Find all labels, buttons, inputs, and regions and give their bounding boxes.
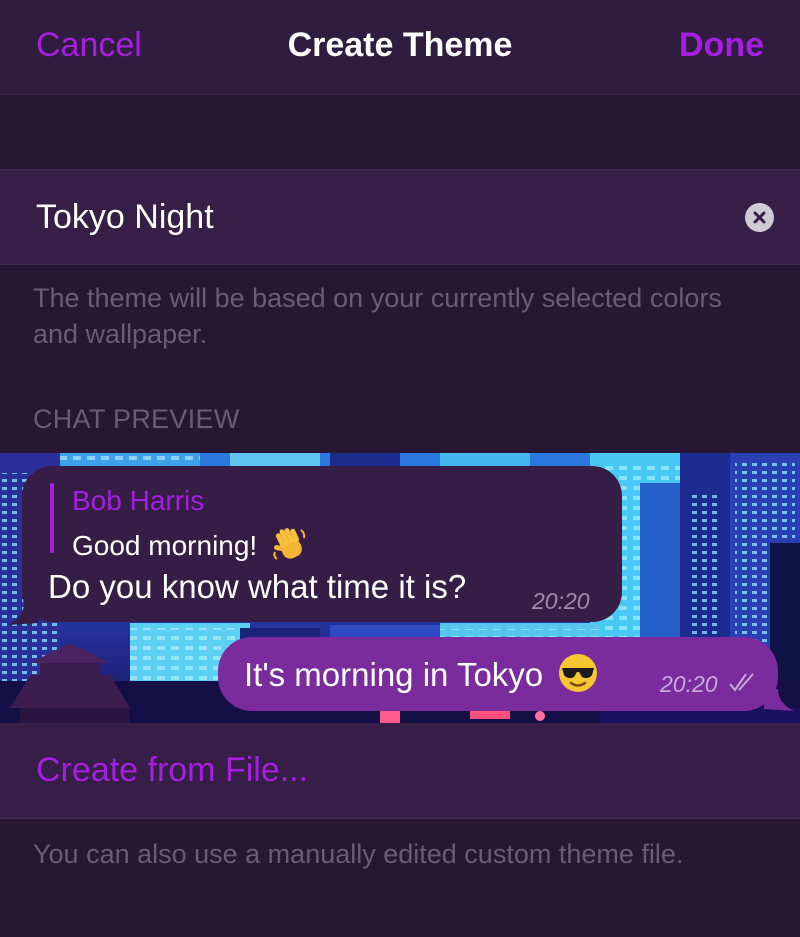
- theme-name-input[interactable]: [36, 192, 716, 242]
- reply-author: Bob Harris: [72, 485, 205, 516]
- incoming-message-bubble[interactable]: Bob Harris Good morning! Do you know wha…: [22, 466, 622, 622]
- create-from-file-button[interactable]: Create from File...: [36, 751, 308, 790]
- theme-name-description: The theme will be based on your currentl…: [33, 283, 722, 349]
- clear-text-button[interactable]: [745, 203, 774, 232]
- reply-text: Good morning!: [72, 524, 309, 562]
- create-from-file-cell[interactable]: Create from File...: [0, 723, 800, 819]
- create-from-file-description: You can also use a manually edited custo…: [33, 839, 684, 869]
- navigation-bar: Cancel Create Theme Done: [0, 0, 800, 95]
- outgoing-message-text: It's morning in Tokyo: [244, 653, 598, 694]
- reply-bar: [50, 483, 54, 553]
- chat-preview-header: CHAT PREVIEW: [33, 404, 240, 434]
- incoming-message-time: 20:20: [532, 588, 590, 614]
- chat-preview: Bob Harris Good morning! Do you know wha…: [0, 453, 800, 723]
- clear-x-icon: [753, 211, 766, 224]
- sunglasses-emoji: [559, 654, 598, 692]
- done-button[interactable]: Done: [679, 26, 764, 65]
- outgoing-message-bubble[interactable]: It's morning in Tokyo 20:20: [218, 637, 778, 711]
- incoming-message-text: Do you know what time it is?: [48, 568, 467, 605]
- theme-name-cell: [0, 169, 800, 265]
- outgoing-message-time: 20:20: [660, 671, 718, 697]
- double-check-icon: [729, 673, 754, 692]
- waving-hand-emoji: [273, 528, 306, 560]
